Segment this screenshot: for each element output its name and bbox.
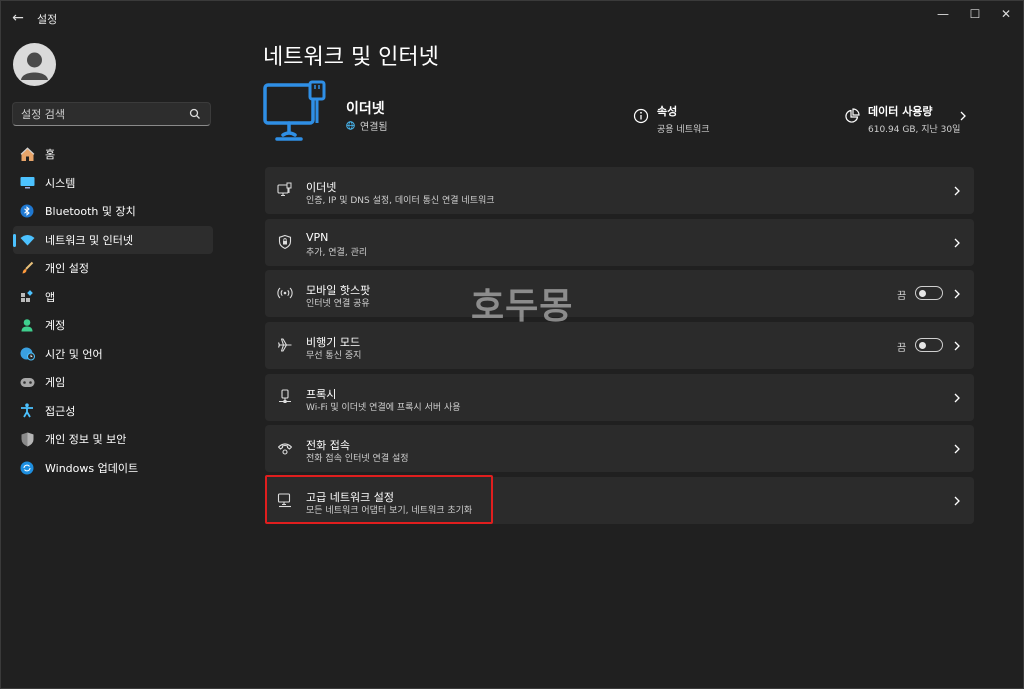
sidebar-item-time-language[interactable]: 시간 및 언어: [13, 340, 213, 369]
search-box[interactable]: [12, 102, 211, 126]
back-button[interactable]: ←: [9, 9, 27, 27]
chevron-right-icon: [954, 289, 960, 299]
ethernet-status-text: 연결됨: [360, 122, 388, 133]
chevron-right-icon[interactable]: [958, 109, 968, 123]
sidebar-item-bluetooth[interactable]: Bluetooth 및 장치: [13, 197, 213, 226]
card-subtitle: 전화 접속 인터넷 연결 설정: [306, 454, 409, 464]
chevron-right-icon: [954, 186, 960, 196]
sidebar-item-privacy-security[interactable]: 개인 정보 및 보안: [13, 425, 213, 454]
settings-window: ← 설정 — ☐ ✕ 홈 시스템: [0, 0, 1024, 689]
toggle-state-label: 끔: [897, 343, 907, 354]
globe-clock-icon: [19, 346, 35, 362]
properties-link[interactable]: 속성 공용 네트워크: [633, 103, 710, 135]
ethernet-name: 이더넷: [346, 101, 385, 117]
card-subtitle: 인증, IP 및 DNS 설정, 데이터 통신 연결 네트워크: [306, 196, 495, 206]
chevron-right-icon: [954, 496, 960, 506]
sidebar-item-label: 시스템: [45, 176, 76, 190]
airplane-icon: [277, 338, 292, 352]
pie-chart-icon: [845, 108, 860, 123]
dialup-icon: [277, 443, 293, 455]
globe-icon: [346, 121, 355, 130]
info-icon: [633, 108, 649, 124]
sidebar-item-windows-update[interactable]: Windows 업데이트: [13, 454, 213, 483]
card-dial-up[interactable]: 전화 접속 전화 접속 인터넷 연결 설정: [265, 425, 974, 472]
card-mobile-hotspot[interactable]: 모바일 핫스팟 인터넷 연결 공유 끔: [265, 270, 974, 317]
chevron-right-icon: [954, 444, 960, 454]
sidebar-item-system[interactable]: 시스템: [13, 169, 213, 198]
person-icon: [19, 317, 35, 333]
sidebar-item-label: 시간 및 언어: [45, 347, 103, 361]
sidebar-item-accounts[interactable]: 계정: [13, 311, 213, 340]
search-icon[interactable]: [188, 107, 202, 121]
sidebar-item-label: Windows 업데이트: [45, 461, 139, 475]
brush-icon: [19, 260, 35, 276]
sidebar-nav: 홈 시스템 Bluetooth 및 장치 네트워크 및 인터넷 개인 설정 앱 …: [13, 140, 213, 482]
annotation-highlight-box: [265, 475, 493, 524]
proxy-icon: [279, 389, 291, 403]
hotspot-icon: [277, 287, 293, 299]
sidebar-item-label: 개인 정보 및 보안: [45, 433, 127, 447]
airplane-mode-toggle[interactable]: [915, 338, 943, 352]
app-title: 설정: [37, 13, 58, 26]
user-icon: [21, 52, 48, 80]
sidebar-item-home[interactable]: 홈: [13, 140, 213, 169]
sidebar-item-label: 앱: [45, 290, 56, 304]
accessibility-icon: [19, 403, 35, 419]
ethernet-status: 연결됨: [346, 118, 388, 133]
home-icon: [19, 146, 35, 162]
data-usage-subtitle: 610.94 GB, 지난 30일: [868, 125, 961, 135]
chevron-right-icon: [954, 341, 960, 351]
sidebar-item-network[interactable]: 네트워크 및 인터넷: [13, 225, 213, 254]
bluetooth-icon: [19, 203, 35, 219]
card-airplane-mode[interactable]: 비행기 모드 무선 통신 중지 끔: [265, 322, 974, 369]
sidebar-item-label: 네트워크 및 인터넷: [45, 233, 133, 247]
chevron-right-icon: [954, 393, 960, 403]
shield-icon: [19, 431, 35, 447]
properties-title: 속성: [657, 105, 678, 118]
update-icon: [19, 460, 35, 476]
sidebar-item-label: 계정: [45, 319, 66, 333]
page-title: 네트워크 및 인터넷: [263, 45, 439, 70]
gamepad-icon: [19, 374, 35, 390]
card-ethernet[interactable]: 이더넷 인증, IP 및 DNS 설정, 데이터 통신 연결 네트워크: [265, 167, 974, 214]
chevron-right-icon: [954, 238, 960, 248]
card-subtitle: 추가, 연결, 관리: [306, 248, 368, 258]
ethernet-monitor-icon: [263, 80, 326, 141]
sidebar-item-label: 개인 설정: [45, 262, 89, 276]
apps-icon: [19, 289, 35, 305]
card-title: VPN: [306, 231, 329, 244]
toggle-state-label: 끔: [897, 291, 907, 302]
watermark: 호두몽: [471, 286, 574, 327]
hotspot-toggle[interactable]: [915, 286, 943, 300]
sidebar-item-apps[interactable]: 앱: [13, 283, 213, 312]
data-usage-link[interactable]: 데이터 사용량 610.94 GB, 지난 30일: [844, 103, 960, 135]
sidebar-item-personalization[interactable]: 개인 설정: [13, 254, 213, 283]
maximize-button[interactable]: ☐: [958, 5, 992, 23]
search-input[interactable]: [21, 106, 181, 122]
wifi-icon: [19, 232, 35, 248]
data-usage-title: 데이터 사용량: [868, 105, 933, 118]
ethernet-icon: [277, 182, 292, 197]
sidebar-item-gaming[interactable]: 게임: [13, 368, 213, 397]
title-bar: ← 설정 — ☐ ✕: [1, 1, 1023, 35]
card-subtitle: Wi-Fi 및 이더넷 연결에 프록시 서버 사용: [306, 403, 461, 413]
minimize-button[interactable]: —: [926, 5, 960, 23]
card-subtitle: 인터넷 연결 공유: [306, 299, 370, 309]
card-vpn[interactable]: VPN 추가, 연결, 관리: [265, 219, 974, 266]
sidebar-item-label: 홈: [45, 148, 56, 162]
vpn-shield-icon: [278, 234, 292, 250]
sidebar-item-label: 게임: [45, 376, 66, 390]
sidebar-item-label: 접근성: [45, 404, 76, 418]
monitor-icon: [19, 175, 35, 191]
sidebar-item-accessibility[interactable]: 접근성: [13, 397, 213, 426]
avatar[interactable]: [13, 43, 56, 86]
card-proxy[interactable]: 프록시 Wi-Fi 및 이더넷 연결에 프록시 서버 사용: [265, 374, 974, 421]
close-button[interactable]: ✕: [989, 5, 1023, 23]
properties-subtitle: 공용 네트워크: [657, 125, 710, 135]
card-subtitle: 무선 통신 중지: [306, 351, 362, 361]
sidebar-item-label: Bluetooth 및 장치: [45, 205, 136, 219]
